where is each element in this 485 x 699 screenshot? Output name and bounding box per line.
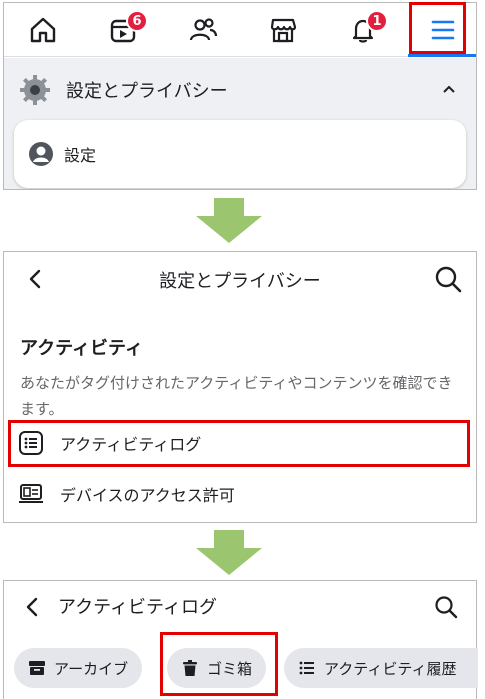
video-badge: 6 [126, 10, 148, 32]
page-title: 設定とプライバシー [159, 270, 321, 292]
notifications-badge: 1 [366, 10, 388, 32]
activity-section-title: アクティビティ [20, 338, 143, 359]
search-icon[interactable] [434, 265, 462, 293]
list-icon [299, 661, 314, 675]
activity-log-item[interactable]: アクティビティログ [18, 421, 466, 465]
back-icon[interactable] [22, 597, 42, 617]
down-arrow-icon [196, 198, 262, 243]
menu-screen-panel: 6 1 設定とプライバシー 設定 [3, 2, 477, 190]
menu-icon [431, 20, 455, 40]
page-title: アクティビティログ [58, 597, 217, 618]
settings-section: 設定とプライバシー 設定 [4, 58, 476, 189]
trash-icon [183, 660, 197, 676]
activity-history-label: アクティビティ履歴 [324, 659, 457, 678]
activity-section-description: あなたがタグ付けされたアクティビティやコンテンツを確認できます。 [20, 374, 453, 418]
settings-privacy-header-bar: 設定とプライバシー [4, 252, 476, 307]
back-icon[interactable] [24, 268, 46, 290]
device-icon [19, 484, 43, 503]
settings-item[interactable]: 設定 [14, 120, 466, 188]
nav-menu[interactable] [408, 3, 476, 57]
activity-log-header-bar: アクティビティログ [4, 581, 476, 631]
marketplace-icon [270, 18, 297, 43]
settings-privacy-title: 設定とプライバシー [66, 81, 228, 102]
device-permissions-label: デバイスのアクセス許可 [60, 486, 235, 505]
settings-label: 設定 [64, 146, 97, 165]
step-arrow [196, 198, 262, 243]
home-icon [30, 17, 56, 43]
archive-label: アーカイブ [54, 659, 129, 678]
search-icon[interactable] [434, 595, 458, 619]
device-permissions-item[interactable]: デバイスのアクセス許可 [18, 472, 466, 516]
friends-icon [189, 18, 218, 41]
activity-log-panel: アクティビティログ アーカイブ ゴミ箱 アクティビティ履歴 [3, 580, 478, 699]
active-tab-indicator [408, 54, 476, 57]
nav-home[interactable] [8, 3, 78, 57]
gear-icon [20, 75, 50, 105]
nav-notifications[interactable]: 1 [328, 3, 398, 57]
chevron-up-icon [443, 85, 455, 93]
activity-history-chip[interactable]: アクティビティ履歴 [284, 648, 478, 688]
list-icon [19, 431, 43, 455]
avatar-icon [29, 142, 53, 166]
step-arrow [196, 530, 262, 575]
trash-label: ゴミ箱 [207, 659, 253, 678]
settings-privacy-panel: 設定とプライバシー アクティビティ あなたがタグ付けされたアクティビティやコンテ… [3, 251, 477, 523]
settings-privacy-header[interactable]: 設定とプライバシー [18, 68, 462, 112]
archive-chip[interactable]: アーカイブ [14, 648, 143, 688]
activity-log-label: アクティビティログ [60, 435, 202, 454]
nav-video[interactable]: 6 [88, 3, 158, 57]
nav-friends[interactable] [168, 3, 238, 57]
top-nav-bar: 6 1 [4, 3, 476, 57]
nav-marketplace[interactable] [248, 3, 318, 57]
trash-chip[interactable]: ゴミ箱 [167, 648, 267, 688]
archive-icon [29, 661, 45, 675]
down-arrow-icon [196, 530, 262, 575]
